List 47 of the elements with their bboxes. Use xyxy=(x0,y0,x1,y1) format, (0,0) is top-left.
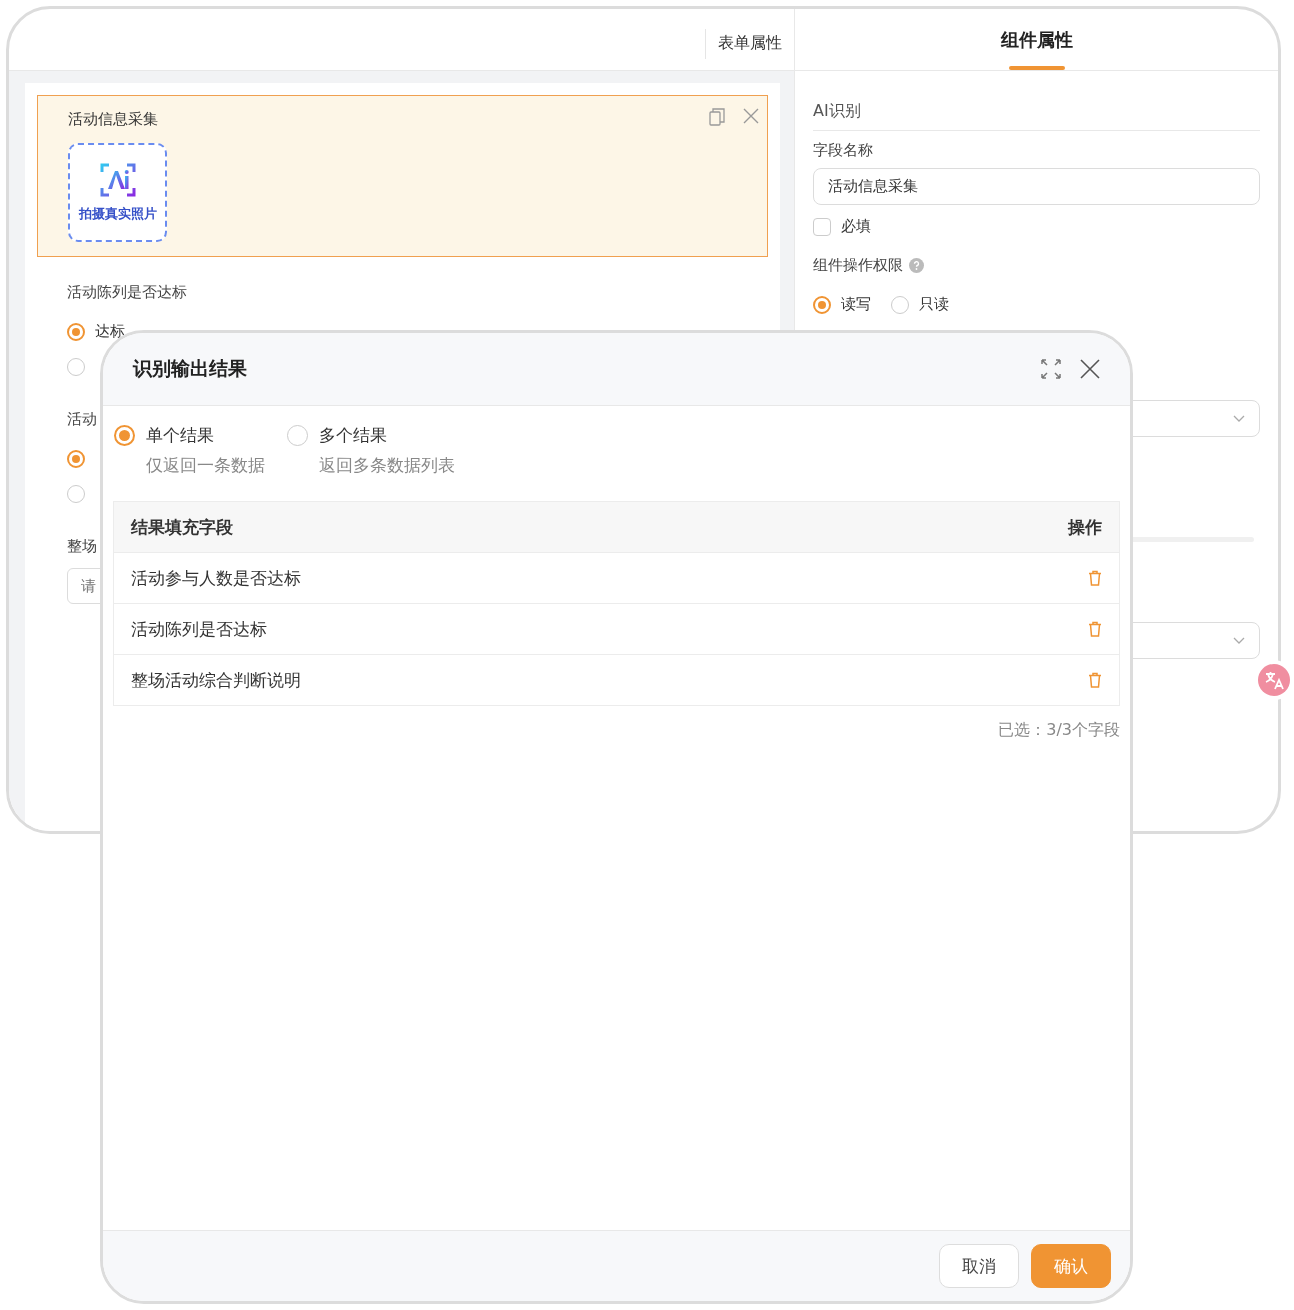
table-cell: 活动陈列是否达标 xyxy=(131,617,267,641)
column-header: 结果填充字段 xyxy=(131,515,233,539)
photo-capture-button[interactable]: 拍摄真实照片 xyxy=(68,143,167,242)
option-label: 多个结果 xyxy=(319,424,388,447)
field-label: 活动陈列是否达标 xyxy=(67,283,188,302)
checkbox-label: 必填 xyxy=(841,217,871,236)
chevron-down-icon xyxy=(1233,636,1245,645)
selected-field-card[interactable]: 活动信息采集 拍摄真实照片 xyxy=(37,95,768,257)
radio-button[interactable] xyxy=(891,295,909,314)
delete-icon[interactable] xyxy=(1088,621,1102,637)
option-label: 单个结果 xyxy=(146,424,215,447)
option-description: 仅返回一条数据 xyxy=(146,454,265,477)
option-label: 只读 xyxy=(919,295,949,314)
chevron-down-icon xyxy=(1233,414,1245,423)
delete-icon[interactable] xyxy=(1088,672,1102,688)
checkbox[interactable] xyxy=(813,217,831,236)
component-properties-tab[interactable]: 组件属性 xyxy=(1000,28,1073,70)
field-name-input[interactable]: 活动信息采集 xyxy=(813,168,1260,205)
ai-scan-icon xyxy=(99,162,136,197)
radio-button[interactable] xyxy=(67,449,85,468)
field-label: 整场 xyxy=(67,537,98,556)
radio-button[interactable] xyxy=(67,322,85,341)
field-label: 活动 xyxy=(67,410,98,429)
field-label: 组件操作权限 xyxy=(813,256,903,275)
radio-button[interactable] xyxy=(813,295,831,314)
section-title: AI识别 xyxy=(813,101,1260,131)
option-label: 达标 xyxy=(95,322,125,341)
cancel-button[interactable]: 取消 xyxy=(939,1244,1019,1288)
option-label: 读写 xyxy=(841,295,871,314)
dialog-title: 识别输出结果 xyxy=(133,356,248,381)
table-cell: 整场活动综合判断说明 xyxy=(131,668,301,692)
option-description: 返回多条数据列表 xyxy=(319,454,455,477)
copy-icon[interactable] xyxy=(709,108,725,126)
radio-button[interactable] xyxy=(67,484,85,503)
selection-summary: 已选：3/3个字段 xyxy=(998,720,1120,741)
table-cell: 活动参与人数是否达标 xyxy=(131,566,301,590)
column-header: 操作 xyxy=(1068,515,1102,539)
radio-button[interactable] xyxy=(287,425,308,446)
radio-button[interactable] xyxy=(67,357,85,376)
field-label: 活动信息采集 xyxy=(68,110,158,129)
radio-button[interactable] xyxy=(114,425,135,446)
delete-icon[interactable] xyxy=(1088,570,1102,586)
form-properties-tab[interactable]: 表单属性 xyxy=(718,33,782,54)
close-icon[interactable] xyxy=(1080,359,1100,379)
help-icon[interactable] xyxy=(909,258,924,273)
field-label: 字段名称 xyxy=(813,141,874,160)
expand-icon[interactable] xyxy=(1040,358,1062,380)
